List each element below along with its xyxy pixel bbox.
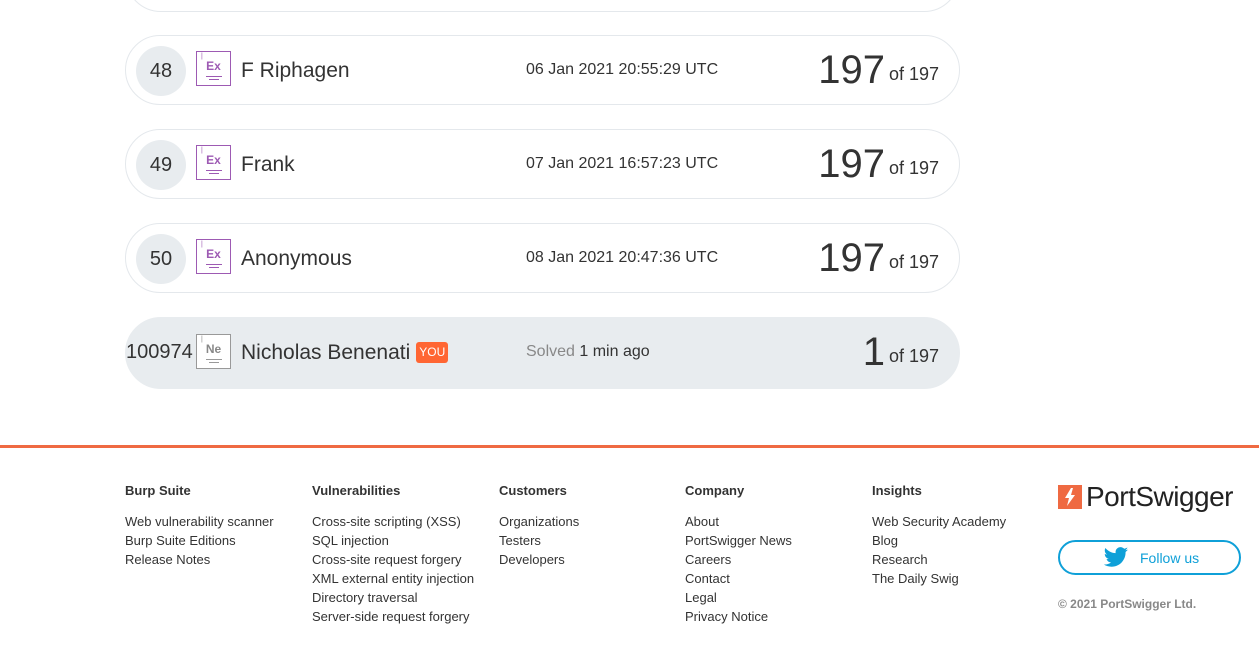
solved-time-value: 1 min ago xyxy=(579,343,650,360)
follow-us-label: Follow us xyxy=(1140,550,1200,566)
footer-link[interactable]: Testers xyxy=(499,531,579,550)
solved-date: 07 Jan 2021 16:57:23 UTC xyxy=(526,155,719,172)
twitter-icon xyxy=(1102,547,1130,574)
footer-link[interactable]: Developers xyxy=(499,550,579,569)
footer-column-customers: Customers Organizations Testers Develope… xyxy=(499,483,579,569)
score: 197 of 197 xyxy=(818,236,939,281)
user-name: F Riphagen xyxy=(241,59,350,82)
level-badge-icon: | Ne xyxy=(196,334,231,369)
footer-link[interactable]: Web vulnerability scanner xyxy=(125,512,274,531)
user-name: Nicholas Benenati YOU xyxy=(241,341,449,365)
user-name: Frank xyxy=(241,153,295,176)
leaderboard-row: 48 | Ex F Riphagen 06 Jan 2021 20:55:29 U… xyxy=(125,35,960,105)
footer-divider xyxy=(0,445,1259,448)
score: 1 of 197 xyxy=(863,330,939,375)
rank-number: 100974 xyxy=(126,341,193,363)
footer-link[interactable]: Legal xyxy=(685,588,792,607)
footer-link[interactable]: Organizations xyxy=(499,512,579,531)
footer-link[interactable]: PortSwigger News xyxy=(685,531,792,550)
you-badge: YOU xyxy=(416,342,449,363)
footer-heading: Burp Suite xyxy=(125,483,191,498)
solved-label: Solved xyxy=(526,343,575,360)
footer-column-burp-suite: Burp Suite Web vulnerability scanner Bur… xyxy=(125,483,274,569)
footer-link[interactable]: Blog xyxy=(872,531,1006,550)
score-value: 197 xyxy=(818,48,885,92)
level-badge-icon: | Ex xyxy=(196,51,231,86)
score-total: of 197 xyxy=(888,158,939,178)
portswigger-logo-icon xyxy=(1058,485,1082,509)
copyright-text: © 2021 PortSwigger Ltd. xyxy=(1058,597,1197,611)
follow-us-button[interactable]: Follow us xyxy=(1058,540,1241,575)
leaderboard-row: 49 | Ex Frank 07 Jan 2021 16:57:23 UTC 19… xyxy=(125,129,960,199)
footer-column-insights: Insights Web Security Academy Blog Resea… xyxy=(872,483,1006,588)
solved-date: 06 Jan 2021 20:55:29 UTC xyxy=(526,61,719,78)
footer-link[interactable]: XML external entity injection xyxy=(312,569,474,588)
footer-link[interactable]: Contact xyxy=(685,569,792,588)
solved-time: Solved 1 min ago xyxy=(526,343,650,361)
footer-link[interactable]: Release Notes xyxy=(125,550,274,569)
footer-heading: Company xyxy=(685,483,745,498)
level-badge-icon: | Ex xyxy=(196,145,231,180)
score-total: of 197 xyxy=(888,252,939,272)
user-name: Anonymous xyxy=(241,247,352,270)
leaderboard-row: 50 | Ex Anonymous 08 Jan 2021 20:47:36 UT… xyxy=(125,223,960,293)
footer-heading: Insights xyxy=(872,483,922,498)
footer-link[interactable]: Privacy Notice xyxy=(685,607,792,626)
footer-link[interactable]: Cross-site request forgery xyxy=(312,550,474,569)
rank-number: 48 xyxy=(136,46,186,96)
footer-link[interactable]: Web Security Academy xyxy=(872,512,1006,531)
footer-heading: Customers xyxy=(499,483,567,498)
previous-row xyxy=(125,0,960,12)
footer-link[interactable]: Careers xyxy=(685,550,792,569)
level-badge-icon: | Ex xyxy=(196,239,231,274)
solved-date: 08 Jan 2021 20:47:36 UTC xyxy=(526,249,719,266)
footer-link[interactable]: Burp Suite Editions xyxy=(125,531,274,550)
user-name-text: Nicholas Benenati xyxy=(241,341,411,364)
rank-number: 50 xyxy=(136,234,186,284)
score: 197 of 197 xyxy=(818,142,939,187)
footer-heading: Vulnerabilities xyxy=(312,483,401,498)
footer-link[interactable]: The Daily Swig xyxy=(872,569,1006,588)
score-value: 197 xyxy=(818,236,885,280)
footer-link[interactable]: About xyxy=(685,512,792,531)
footer-link[interactable]: Directory traversal xyxy=(312,588,474,607)
score-value: 1 xyxy=(862,330,885,374)
score-value: 197 xyxy=(818,142,885,186)
footer-link[interactable]: Cross-site scripting (XSS) xyxy=(312,512,474,531)
score-total: of 197 xyxy=(888,346,939,366)
rank-number: 49 xyxy=(136,140,186,190)
score: 197 of 197 xyxy=(818,48,939,93)
footer-link[interactable]: Research xyxy=(872,550,1006,569)
score-total: of 197 xyxy=(888,64,939,84)
logo-text: PortSwigger xyxy=(1086,481,1234,512)
footer-link[interactable]: Server-side request forgery xyxy=(312,607,474,626)
footer-link[interactable]: SQL injection xyxy=(312,531,474,550)
footer-column-vulnerabilities: Vulnerabilities Cross-site scripting (XS… xyxy=(312,483,474,626)
current-user-row: 100974 | Ne Nicholas Benenati YOU Solved 1… xyxy=(125,317,960,389)
footer-column-company: Company About PortSwigger News Careers C… xyxy=(685,483,792,626)
